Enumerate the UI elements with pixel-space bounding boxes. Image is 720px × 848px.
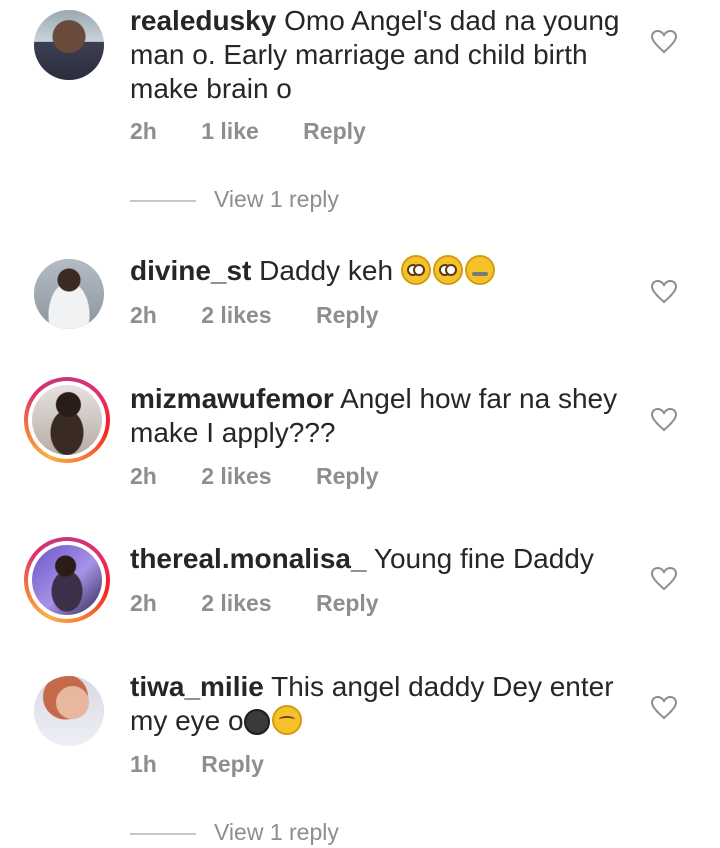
heart-icon[interactable] [650, 566, 678, 591]
comment-time: 2h [130, 463, 157, 489]
flushed-face-icon [400, 255, 431, 285]
reply-button[interactable]: Reply [316, 590, 379, 617]
flushed-face-icon [432, 255, 463, 285]
comment-text: thereal.monalisa_ Young fine Daddy [130, 542, 630, 576]
comment-username[interactable]: realedusky [130, 5, 276, 36]
divider-line [130, 199, 196, 202]
reply-button[interactable]: Reply [316, 463, 379, 490]
view-replies-label[interactable]: View 1 reply [214, 819, 339, 845]
view-replies-button[interactable]: View 1 reply [130, 819, 339, 846]
comment-username[interactable]: thereal.monalisa_ [130, 543, 367, 574]
zipper-mouth-face-icon [464, 255, 495, 285]
heart-icon[interactable] [650, 29, 678, 54]
comment-username[interactable]: tiwa_milie [130, 671, 264, 702]
avatar[interactable] [34, 259, 104, 329]
comment-likes[interactable]: 1 like [201, 118, 259, 145]
heart-icon[interactable] [650, 407, 678, 432]
dark-face-icon [243, 709, 270, 735]
relieved-face-icon [271, 705, 302, 735]
avatar[interactable] [24, 537, 110, 623]
divider-line [130, 832, 196, 835]
heart-icon[interactable] [650, 695, 678, 720]
comment-likes[interactable]: 2 likes [201, 590, 271, 617]
comment-text: realedusky Omo Angel's dad na young man … [130, 4, 630, 106]
heart-icon[interactable] [650, 279, 678, 304]
comment-meta: 2h 2 likes Reply [130, 590, 417, 617]
avatar[interactable] [34, 10, 104, 80]
avatar[interactable] [34, 676, 104, 746]
comment-text: tiwa_milie This angel daddy Dey enter my… [130, 670, 630, 738]
comment-time: 2h [130, 590, 157, 616]
view-replies-button[interactable]: View 1 reply [130, 186, 339, 213]
comment-time: 2h [130, 302, 157, 328]
comment-time: 2h [130, 118, 157, 144]
reply-button[interactable]: Reply [303, 118, 366, 145]
comment-text: mizmawufemor Angel how far na shey make … [130, 382, 630, 450]
reply-button[interactable]: Reply [316, 302, 379, 329]
comment-meta: 2h 2 likes Reply [130, 302, 417, 329]
comment-body: Daddy keh [259, 255, 394, 286]
comment-meta: 1h Reply [130, 751, 302, 778]
comment-username[interactable]: divine_st [130, 255, 251, 286]
comment-likes[interactable]: 2 likes [201, 463, 271, 490]
comment-likes[interactable]: 2 likes [201, 302, 271, 329]
comment-time: 1h [130, 751, 157, 777]
reply-button[interactable]: Reply [201, 751, 264, 778]
comment-text: divine_st Daddy keh [130, 254, 630, 288]
view-replies-label[interactable]: View 1 reply [214, 186, 339, 212]
comment-username[interactable]: mizmawufemor [130, 383, 334, 414]
comment-meta: 2h 2 likes Reply [130, 463, 417, 490]
comment-meta: 2h 1 like Reply [130, 118, 404, 145]
comment-body: Young fine Daddy [373, 543, 594, 574]
avatar[interactable] [24, 377, 110, 463]
